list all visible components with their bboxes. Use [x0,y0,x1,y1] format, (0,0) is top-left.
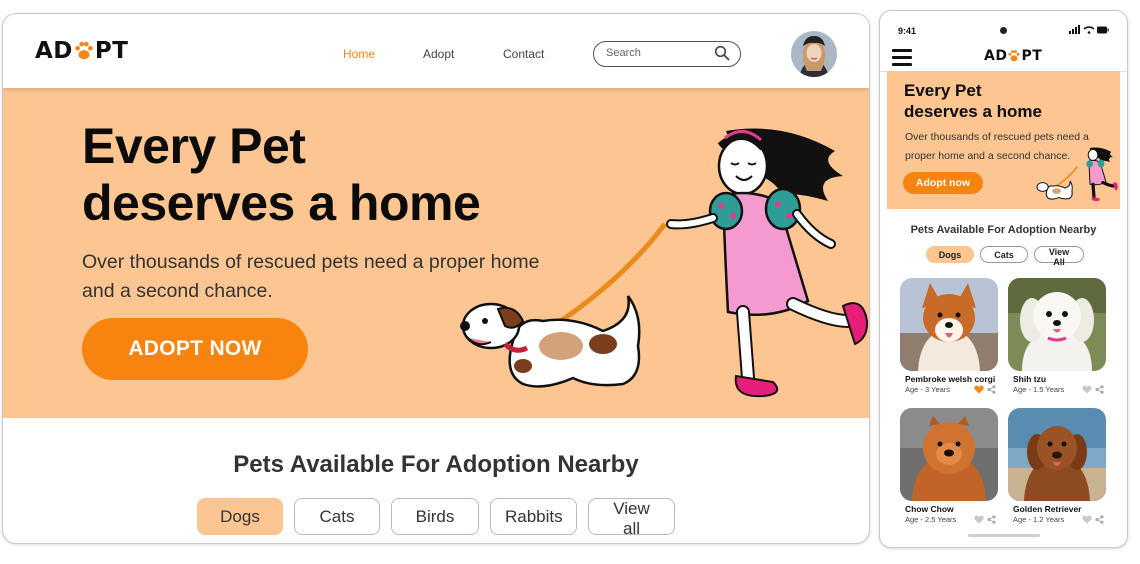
heart-icon[interactable] [1082,515,1092,524]
nav-home-link[interactable]: Home [343,47,375,61]
heart-icon[interactable] [974,515,984,524]
mobile-hero-title-line2: deserves a home [904,102,1042,121]
hero-banner: Every Pet deserves a home Over thousands… [3,88,869,418]
signal-wifi-battery-icon [1069,25,1109,34]
menu-icon[interactable] [892,49,912,66]
chip-birds[interactable]: Birds [391,498,479,535]
pet-name: Chow Chow [905,504,954,514]
status-time: 9:41 [898,26,917,36]
pet-age: Age - 1.2 Years [1013,515,1065,524]
chip-dogs[interactable]: Dogs [197,498,283,535]
pet-photo-golden-retriever [1008,408,1106,501]
pet-name: Pembroke welsh corgi [905,374,996,384]
pet-card[interactable]: Pembroke welsh corgi Age - 3 Years [900,278,998,394]
chip-rabbits[interactable]: Rabbits [490,498,577,535]
pet-card[interactable]: Golden Retriever Age - 1.2 Years [1008,408,1106,524]
logo[interactable]: AD PT [35,38,128,64]
share-icon[interactable] [1095,515,1104,524]
mobile-frame: 9:41 AD PT Every Pet deserves a home Ove… [879,10,1128,548]
search-box [593,41,741,67]
mobile-pets-section-title: Pets Available For Adoption Nearby [910,224,1097,236]
desktop-navbar: AD PT Home Adopt Contact [3,14,869,88]
paw-icon [75,41,93,60]
pet-card[interactable]: Chow Chow Age - 2.5 Years [900,408,998,524]
mobile-hero-title-line1: Every Pet [904,81,982,100]
girl-walking-dog-illustration [1036,147,1118,202]
share-icon[interactable] [987,515,996,524]
chip-cats[interactable]: Cats [294,498,380,535]
nav-contact-link[interactable]: Contact [503,47,544,61]
pet-name: Golden Retriever [1013,504,1082,514]
pet-age: Age - 1.5 Years [1013,385,1065,394]
status-bar: 9:41 [880,11,1127,41]
user-avatar[interactable] [791,31,837,77]
home-indicator [968,534,1040,537]
category-filter: Dogs Cats Birds Rabbits View all [197,498,675,538]
adopt-now-button[interactable]: ADOPT NOW [82,318,308,380]
pet-photo-corgi [900,278,998,371]
mobile-chip-view-all[interactable]: View All [1034,246,1084,267]
desktop-frame: AD PT Home Adopt Contact Search Every Pe… [2,13,870,544]
share-icon[interactable] [987,385,996,394]
pet-age: Age - 2.5 Years [905,515,957,524]
mobile-navbar: AD PT [880,41,1127,72]
heart-icon[interactable] [1082,385,1092,394]
nav-adopt-link[interactable]: Adopt [423,47,454,61]
pets-section-title: Pets Available For Adoption Nearby [233,451,639,478]
chip-view-all[interactable]: View all [588,498,675,538]
mobile-chip-dogs[interactable]: Dogs [926,246,974,263]
search-icon[interactable] [714,45,730,61]
girl-walking-dog-illustration [460,128,869,398]
pet-card[interactable]: Shih tzu Age - 1.5 Years [1008,278,1106,394]
search-input[interactable] [606,45,706,61]
mobile-category-filter: Dogs Cats View All [926,246,1084,267]
mobile-logo[interactable]: AD PT [984,48,1042,64]
pet-photo-shih-tzu [1008,278,1106,371]
logo-text-suffix: PT [94,38,129,64]
logo-text-prefix: AD [984,48,1008,64]
logo-text-prefix: AD [35,38,73,64]
pet-name: Shih tzu [1013,374,1047,384]
mobile-hero-banner: Every Pet deserves a home Over thousands… [887,71,1120,209]
camera-dot [1000,27,1007,34]
share-icon[interactable] [1095,385,1104,394]
pet-age: Age - 3 Years [905,385,951,394]
pet-photo-chow-chow [900,408,998,501]
heart-icon-filled[interactable] [974,385,984,394]
logo-text-suffix: PT [1021,48,1043,64]
mobile-adopt-now-button[interactable]: Adopt now [903,172,983,194]
mobile-hero-title: Every Pet deserves a home [904,80,1042,122]
mobile-chip-cats[interactable]: Cats [980,246,1028,263]
paw-icon [1008,50,1021,62]
